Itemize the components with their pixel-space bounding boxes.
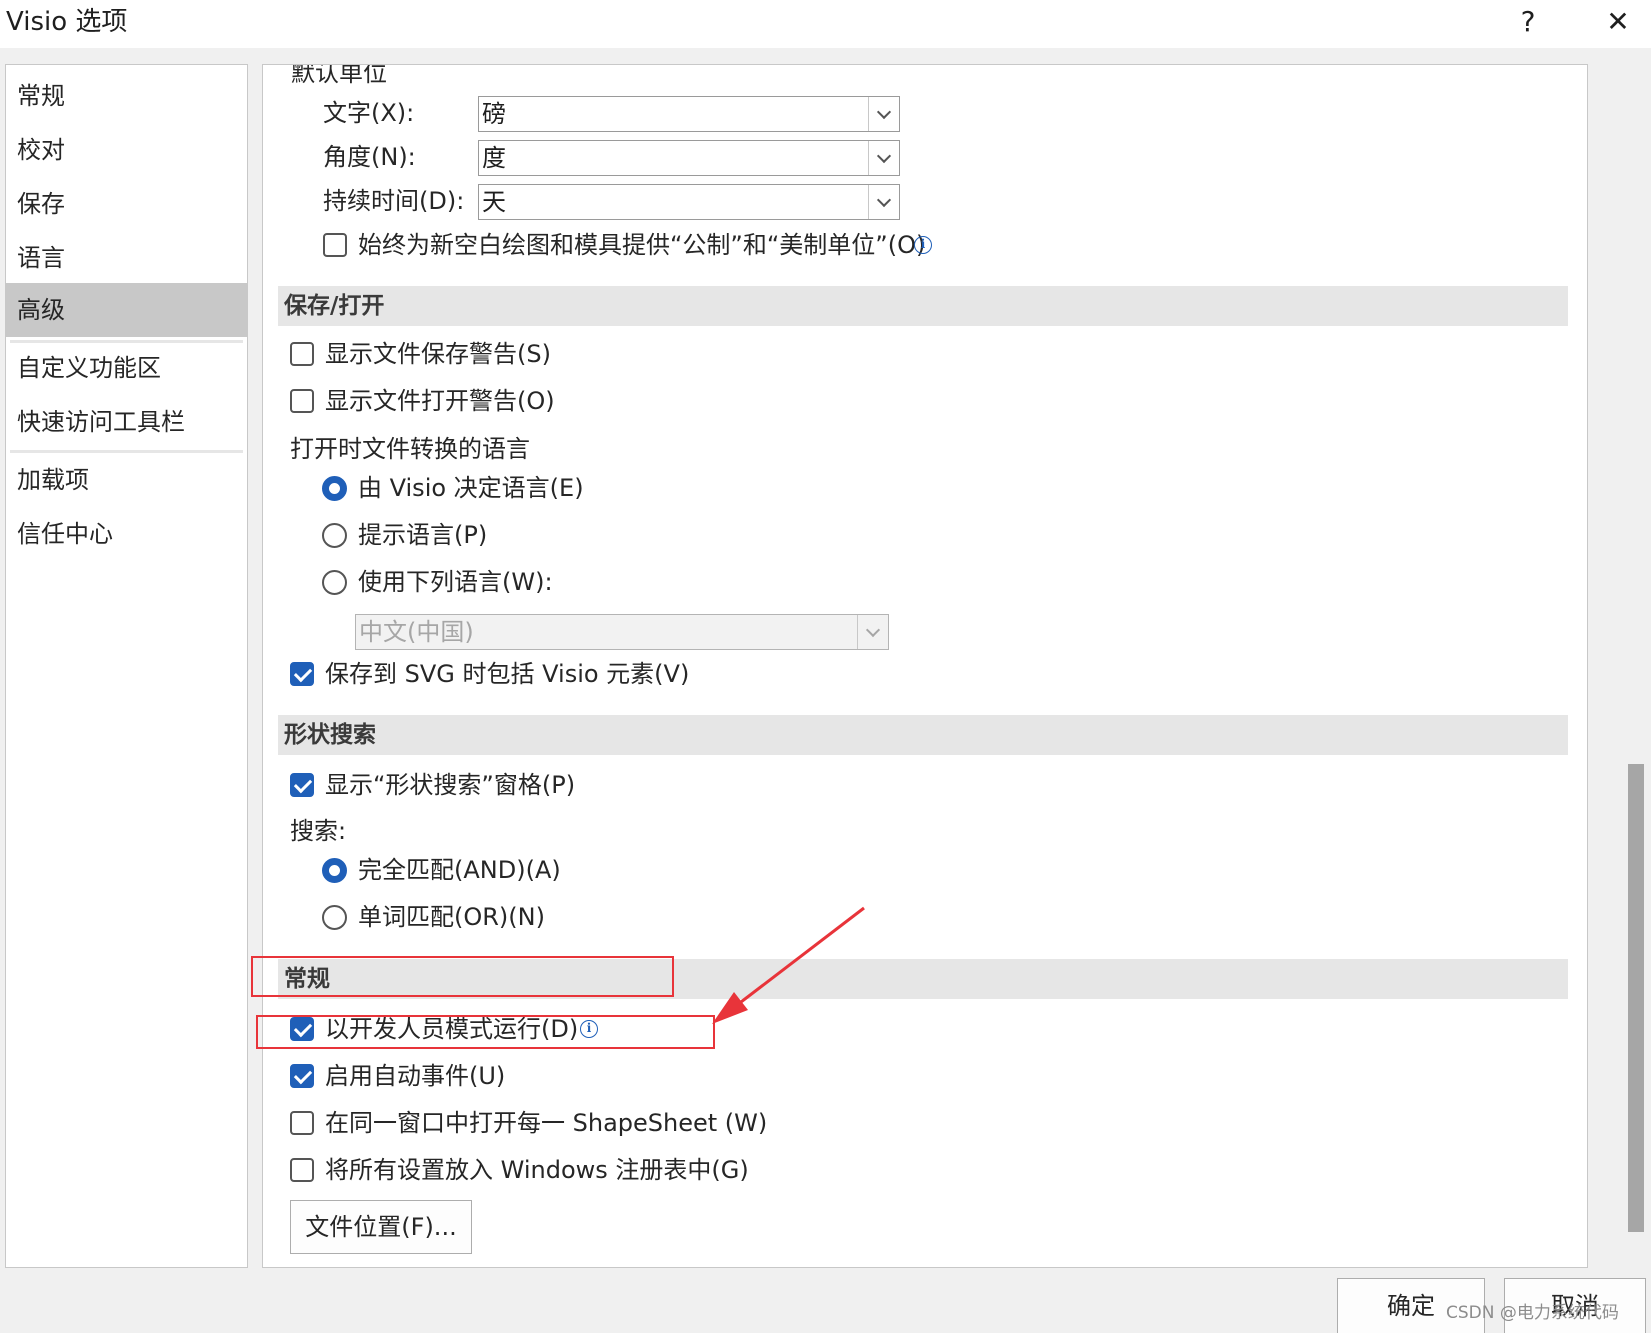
show-shape-search-label: 显示“形状搜索”窗格(P) (325, 771, 576, 799)
angle-unit-value: 度 (482, 144, 506, 172)
auto-events-label: 启用自动事件(U) (325, 1062, 506, 1090)
sidebar-item-customize-ribbon[interactable]: 自定义功能区 (6, 341, 247, 395)
info-icon[interactable]: i (914, 236, 932, 254)
exact-match-label: 完全匹配(AND)(A) (358, 856, 561, 884)
chevron-down-icon (857, 615, 888, 649)
word-match-radio[interactable] (322, 905, 347, 930)
section-title: 形状搜索 (284, 722, 376, 748)
annotation-arrow-icon (712, 906, 865, 1024)
visio-decides-language-radio[interactable] (322, 476, 347, 501)
options-dialog: Visio 选项 ? ✕ 常规 校对 保存 语言 高级 自定义功能区 快速访问工… (0, 0, 1651, 1333)
use-language-radio[interactable] (322, 570, 347, 595)
use-language-label: 使用下列语言(W): (358, 568, 553, 596)
svg-include-visio-checkbox[interactable] (290, 662, 314, 686)
show-open-warning-checkbox[interactable] (290, 389, 314, 413)
text-unit-select[interactable]: 磅 (478, 96, 900, 132)
sidebar-item-language[interactable]: 语言 (6, 231, 247, 285)
show-save-warning-checkbox[interactable] (290, 342, 314, 366)
watermark: CSDN @电力系统代码 (1446, 1303, 1619, 1323)
annotation-box-general-heading (251, 956, 674, 997)
text-unit-value: 磅 (482, 100, 506, 128)
chevron-down-icon[interactable] (868, 185, 899, 219)
sidebar-item-quick-access-toolbar[interactable]: 快速访问工具栏 (6, 395, 247, 449)
metric-us-checkbox[interactable] (323, 233, 347, 257)
show-shape-search-checkbox[interactable] (290, 773, 314, 797)
show-save-warning-label: 显示文件保存警告(S) (325, 340, 551, 368)
show-open-warning-label: 显示文件打开警告(O) (325, 387, 555, 415)
visio-decides-language-label: 由 Visio 决定语言(E) (358, 474, 584, 502)
file-locations-button[interactable]: 文件位置(F)... (290, 1200, 472, 1254)
same-window-shapesheet-label: 在同一窗口中打开每一 ShapeSheet (W) (325, 1109, 768, 1137)
language-select-value: 中文(中国) (359, 618, 474, 646)
scrollbar-thumb[interactable] (1628, 764, 1644, 1232)
search-label: 搜索: (290, 817, 347, 845)
prompt-language-label: 提示语言(P) (358, 521, 488, 549)
auto-events-checkbox[interactable] (290, 1064, 314, 1088)
sidebar-item-save[interactable]: 保存 (6, 177, 247, 231)
sidebar-item-general[interactable]: 常规 (6, 69, 247, 123)
registry-settings-label: 将所有设置放入 Windows 注册表中(G) (325, 1156, 749, 1184)
content-scrollbar[interactable] (1625, 64, 1645, 1268)
sidebar-item-advanced[interactable]: 高级 (6, 283, 247, 337)
section-title: 保存/打开 (284, 293, 385, 319)
same-window-shapesheet-checkbox[interactable] (290, 1111, 314, 1135)
sidebar-item-proofing[interactable]: 校对 (6, 123, 247, 177)
sidebar-item-trust-center[interactable]: 信任中心 (6, 507, 247, 561)
dialog-title: Visio 选项 (6, 7, 128, 37)
sidebar-item-add-ins[interactable]: 加载项 (6, 453, 247, 507)
prompt-language-radio[interactable] (322, 523, 347, 548)
section-header-shape-search: 形状搜索 (278, 715, 1568, 755)
language-select: 中文(中国) (355, 614, 889, 650)
angle-unit-select[interactable]: 度 (478, 140, 900, 176)
metric-us-label: 始终为新空白绘图和模具提供“公制”和“美制单位”(O) (358, 231, 926, 259)
duration-unit-label: 持续时间(D): (323, 187, 465, 215)
exact-match-radio[interactable] (322, 858, 347, 883)
advanced-options-panel: 默认单位 文字(X): 磅 角度(N): 度 持续时间(D): 天 始终为新空白… (262, 64, 1588, 1268)
units-heading: 默认单位 (291, 64, 387, 87)
section-header-save-open: 保存/打开 (278, 286, 1568, 326)
text-unit-label: 文字(X): (323, 99, 415, 127)
duration-unit-value: 天 (482, 188, 506, 216)
chevron-down-icon[interactable] (868, 141, 899, 175)
word-match-label: 单词匹配(OR)(N) (358, 903, 545, 931)
title-bar: Visio 选项 ? ✕ (0, 0, 1651, 48)
options-sidebar: 常规 校对 保存 语言 高级 自定义功能区 快速访问工具栏 加载项 信任中心 (5, 64, 248, 1268)
close-icon[interactable]: ✕ (1598, 2, 1638, 42)
registry-settings-checkbox[interactable] (290, 1158, 314, 1182)
svg-include-visio-label: 保存到 SVG 时包括 Visio 元素(V) (325, 660, 690, 688)
convert-language-label: 打开时文件转换的语言 (290, 435, 530, 463)
angle-unit-label: 角度(N): (323, 143, 416, 171)
chevron-down-icon[interactable] (868, 97, 899, 131)
help-icon[interactable]: ? (1508, 2, 1548, 42)
duration-unit-select[interactable]: 天 (478, 184, 900, 220)
annotation-box-developer-mode (256, 1015, 715, 1049)
